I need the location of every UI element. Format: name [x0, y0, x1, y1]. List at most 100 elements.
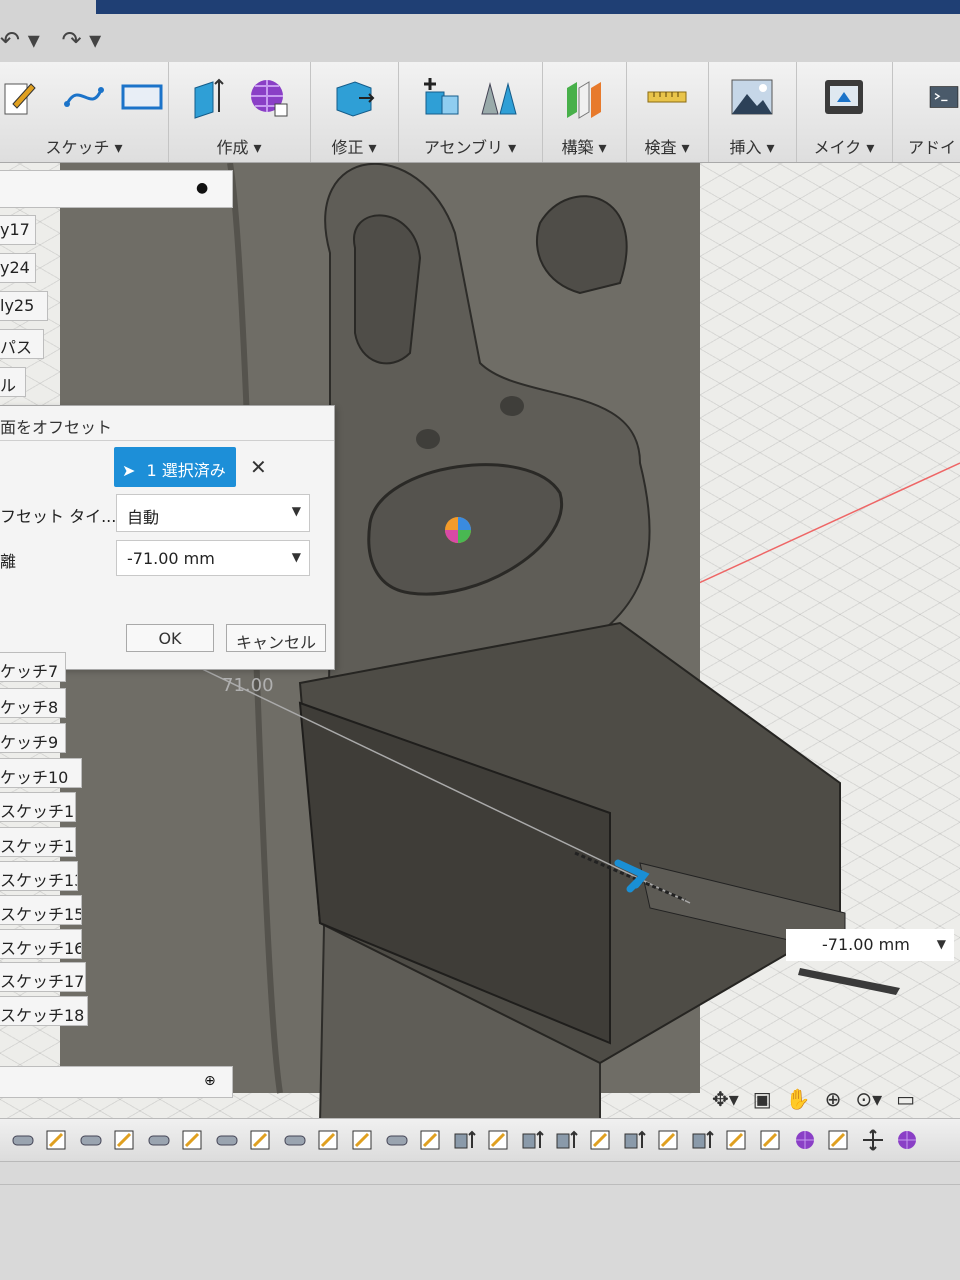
extrude-feature-icon[interactable]: [146, 1128, 172, 1152]
dimension-input-value: -71.00 mm: [822, 935, 910, 954]
browser-item[interactable]: ly25: [0, 291, 48, 321]
sketch-item[interactable]: スケッチ17: [0, 962, 86, 992]
sketch-feature-icon[interactable]: [248, 1128, 274, 1152]
dimension-label: 71.00: [222, 675, 274, 696]
sketch-item[interactable]: スケッチ12: [0, 827, 76, 857]
modify-group[interactable]: 修正 ▾: [310, 62, 399, 162]
sketch-feature-icon[interactable]: [724, 1128, 750, 1152]
display-settings-icon[interactable]: ▭: [896, 1087, 915, 1111]
sketch-item[interactable]: スケッチ16: [0, 929, 82, 959]
sketch-feature-icon[interactable]: [180, 1128, 206, 1152]
create-sketch-icon[interactable]: [3, 74, 49, 120]
insert-group-label[interactable]: 挿入 ▾: [708, 134, 796, 158]
sketch-item[interactable]: ケッチ7: [0, 652, 66, 682]
scripts-icon[interactable]: [928, 74, 960, 120]
assemble-group[interactable]: アセンブリ ▾: [398, 62, 543, 162]
bottom-bezel: [0, 1162, 960, 1280]
extrude-feature-icon[interactable]: [78, 1128, 104, 1152]
redo-icon[interactable]: ↷ ▾: [61, 26, 101, 54]
press-pull-feature-icon[interactable]: [520, 1128, 546, 1152]
clear-selection-icon[interactable]: ✕: [250, 455, 267, 479]
measure-icon[interactable]: [644, 74, 690, 120]
sketch-feature-icon[interactable]: [588, 1128, 614, 1152]
joint-icon[interactable]: [476, 74, 522, 120]
sketch-item[interactable]: ケッチ10: [0, 758, 82, 788]
left-ear: [353, 214, 422, 365]
look-at-icon[interactable]: ▣: [753, 1087, 772, 1111]
new-component-icon[interactable]: [418, 74, 464, 120]
extrude-feature-icon[interactable]: [282, 1128, 308, 1152]
cancel-button[interactable]: キャンセル: [226, 624, 326, 652]
orbit-icon[interactable]: ✥▾: [712, 1087, 739, 1111]
insert-group[interactable]: 挿入 ▾: [708, 62, 797, 162]
chevron-down-icon: ▼: [291, 504, 301, 518]
construct-group-label[interactable]: 構築 ▾: [542, 134, 626, 158]
sketch-feature-icon[interactable]: [350, 1128, 376, 1152]
make-group-label[interactable]: メイク ▾: [796, 134, 892, 158]
sketch-group-label[interactable]: スケッチ ▾: [0, 134, 168, 158]
title-bar: ↶ ▾ ↷ ▾: [0, 0, 960, 63]
press-pull-feature-icon[interactable]: [690, 1128, 716, 1152]
browser-item[interactable]: ル: [0, 367, 26, 397]
sketch-item[interactable]: スケッチ15: [0, 895, 82, 925]
browser-item[interactable]: y17: [0, 215, 36, 245]
offset-type-label: フセット タイ...: [0, 507, 117, 526]
addins-group[interactable]: アドイ: [892, 62, 960, 162]
addins-group-label[interactable]: アドイ: [892, 134, 960, 158]
rectangle-icon[interactable]: [119, 74, 165, 120]
collapse-icon[interactable]: ●: [196, 180, 208, 196]
sketch-feature-icon[interactable]: [418, 1128, 444, 1152]
press-pull-feature-icon[interactable]: [622, 1128, 648, 1152]
form-icon[interactable]: [245, 74, 291, 120]
offset-type-select[interactable]: 自動 ▼: [116, 494, 310, 532]
modify-group-label[interactable]: 修正 ▾: [310, 134, 398, 158]
create-group-label[interactable]: 作成 ▾: [168, 134, 310, 158]
undo-redo-controls: ↶ ▾ ↷ ▾: [0, 26, 101, 54]
sketch-item[interactable]: ケッチ8: [0, 688, 66, 718]
inspect-group[interactable]: 検査 ▾: [626, 62, 709, 162]
construct-group[interactable]: 構築 ▾: [542, 62, 627, 162]
spline-icon[interactable]: [61, 74, 107, 120]
insert-image-icon[interactable]: [729, 74, 775, 120]
sketch-group[interactable]: スケッチ ▾: [0, 62, 169, 162]
sketch-feature-icon[interactable]: [486, 1128, 512, 1152]
pan-hand-icon[interactable]: ✋: [786, 1087, 811, 1111]
3d-print-icon[interactable]: [821, 74, 867, 120]
press-pull-icon[interactable]: [331, 74, 377, 120]
sketch-feature-icon[interactable]: [316, 1128, 342, 1152]
browser-item[interactable]: y24: [0, 253, 36, 283]
inspect-group-label[interactable]: 検査 ▾: [626, 134, 708, 158]
sketch-item[interactable]: スケッチ11: [0, 792, 76, 822]
assemble-group-label[interactable]: アセンブリ ▾: [398, 134, 542, 158]
make-group[interactable]: メイク ▾: [796, 62, 893, 162]
zoom-icon[interactable]: ⊕: [825, 1087, 842, 1111]
sketch-item[interactable]: スケッチ18: [0, 996, 88, 1026]
sketch-item[interactable]: スケッチ13: [0, 861, 78, 891]
offset-plane-icon[interactable]: [561, 74, 607, 120]
press-pull-feature-icon[interactable]: [554, 1128, 580, 1152]
form-feature-icon[interactable]: [894, 1128, 920, 1152]
extrude-feature-icon[interactable]: [384, 1128, 410, 1152]
faces-selection-button[interactable]: ➤ 1 選択済み: [114, 447, 236, 487]
sketch-feature-icon[interactable]: [656, 1128, 682, 1152]
extrude-feature-icon[interactable]: [214, 1128, 240, 1152]
distance-input[interactable]: -71.00 mm ▼: [116, 540, 310, 576]
dimension-input[interactable]: -71.00 mm ▼: [786, 929, 954, 961]
browser-item[interactable]: パス: [0, 329, 44, 359]
sketch-item[interactable]: ケッチ9: [0, 723, 66, 753]
fit-icon[interactable]: ⊙▾: [855, 1087, 882, 1111]
extrude-feature-icon[interactable]: [10, 1128, 36, 1152]
extrude-icon[interactable]: [187, 74, 233, 120]
ok-button[interactable]: OK: [126, 624, 214, 652]
sketch-feature-icon[interactable]: [112, 1128, 138, 1152]
press-pull-feature-icon[interactable]: [452, 1128, 478, 1152]
undo-icon[interactable]: ↶ ▾: [0, 26, 40, 54]
add-comment-icon[interactable]: ⊕: [204, 1073, 216, 1089]
sketch-feature-icon[interactable]: [826, 1128, 852, 1152]
fusion-window: ↶ ▾ ↷ ▾ スケッチ ▾ 作成 ▾ 修正 ▾ アセンブリ ▾ 構築 ▾ 検査…: [0, 0, 960, 1280]
form-feature-icon[interactable]: [792, 1128, 818, 1152]
sketch-feature-icon[interactable]: [758, 1128, 784, 1152]
sketch-feature-icon[interactable]: [44, 1128, 70, 1152]
move-feature-icon[interactable]: [860, 1128, 886, 1152]
create-group[interactable]: 作成 ▾: [168, 62, 311, 162]
